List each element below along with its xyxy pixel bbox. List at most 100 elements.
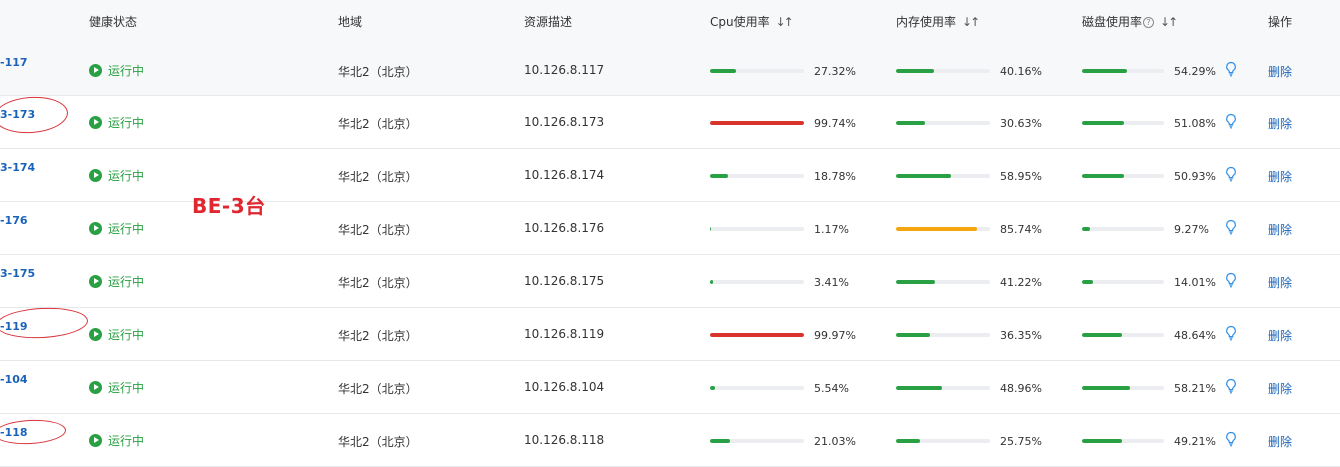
cpu-usage-bar bbox=[710, 439, 804, 443]
header-mem-label: 内存使用率 bbox=[896, 15, 957, 29]
disk-pct: 48.64% bbox=[1174, 329, 1216, 342]
running-icon bbox=[89, 434, 102, 447]
instance-id-link[interactable]: -176 bbox=[0, 214, 28, 227]
cpu-pct: 99.74% bbox=[814, 117, 856, 130]
running-icon bbox=[89, 169, 102, 182]
table-row: 3-175 运行中 华北2（北京） 10.126.8.175 3.41% 41.22% 14… bbox=[0, 255, 1340, 308]
disk-usage-fill bbox=[1082, 280, 1094, 284]
running-icon bbox=[89, 328, 102, 341]
instance-id-link[interactable]: -104 bbox=[0, 373, 28, 386]
running-icon bbox=[89, 381, 102, 394]
region-cell: 华北2（北京） bbox=[338, 65, 418, 79]
desc-cell: 10.126.8.175 bbox=[524, 274, 605, 288]
status-label: 运行中 bbox=[108, 116, 145, 130]
sort-icon[interactable]: ↓↑ bbox=[776, 15, 794, 29]
table-header: 健康状态 地域 资源描述 Cpu使用率 ↓↑ 内存使用率 ↓↑ 磁盘使用率? ↓↑ 操… bbox=[0, 0, 1340, 45]
table-body: -117 运行中 华北2（北京） 10.126.8.117 27.32% 40.16% 54… bbox=[0, 44, 1340, 467]
disk-usage-fill bbox=[1082, 439, 1123, 443]
mem-usage-bar bbox=[896, 69, 990, 73]
status-badge: 运行中 bbox=[89, 432, 144, 449]
mem-usage-fill bbox=[896, 69, 934, 73]
lightbulb-icon[interactable] bbox=[1224, 325, 1238, 341]
disk-usage-bar bbox=[1082, 280, 1164, 284]
disk-usage-bar bbox=[1082, 333, 1164, 337]
table-row: -117 运行中 华北2（北京） 10.126.8.117 27.32% 40.16% 54… bbox=[0, 44, 1340, 96]
desc-cell: 10.126.8.176 bbox=[524, 221, 605, 235]
desc-cell: 10.126.8.118 bbox=[524, 433, 605, 447]
delete-button[interactable]: 删除 bbox=[1268, 221, 1292, 238]
cpu-pct: 27.32% bbox=[814, 65, 856, 78]
mem-pct: 30.63% bbox=[1000, 117, 1042, 130]
delete-button[interactable]: 删除 bbox=[1268, 433, 1292, 450]
delete-button[interactable]: 删除 bbox=[1268, 63, 1292, 80]
status-badge: 运行中 bbox=[89, 326, 144, 343]
sort-icon[interactable]: ↓↑ bbox=[1160, 15, 1178, 29]
disk-usage-bar bbox=[1082, 227, 1164, 231]
cpu-pct: 21.03% bbox=[814, 435, 856, 448]
table-row: -118 运行中 华北2（北京） 10.126.8.118 21.03% 25.75% 49… bbox=[0, 414, 1340, 467]
status-label: 运行中 bbox=[108, 222, 145, 236]
status-badge: 运行中 bbox=[89, 62, 144, 79]
delete-button[interactable]: 删除 bbox=[1268, 274, 1292, 291]
instance-id-link[interactable]: 3-175 bbox=[0, 267, 35, 280]
mem-pct: 85.74% bbox=[1000, 223, 1042, 236]
running-icon bbox=[89, 275, 102, 288]
cpu-usage-fill bbox=[710, 121, 804, 125]
cpu-usage-fill bbox=[710, 333, 804, 337]
cpu-usage-bar bbox=[710, 333, 804, 337]
mem-usage-fill bbox=[896, 227, 977, 231]
status-badge: 运行中 bbox=[89, 167, 144, 184]
disk-usage-bar bbox=[1082, 439, 1164, 443]
mem-usage-fill bbox=[896, 280, 935, 284]
status-label: 运行中 bbox=[108, 64, 145, 78]
header-desc: 资源描述 bbox=[524, 15, 573, 29]
mem-usage-bar bbox=[896, 439, 990, 443]
running-icon bbox=[89, 222, 102, 235]
cpu-pct: 1.17% bbox=[814, 223, 849, 236]
status-label: 运行中 bbox=[108, 381, 145, 395]
mem-usage-fill bbox=[896, 174, 952, 178]
instance-id-link[interactable]: 3-174 bbox=[0, 161, 35, 174]
disk-pct: 54.29% bbox=[1174, 65, 1216, 78]
region-cell: 华北2（北京） bbox=[338, 117, 418, 131]
lightbulb-icon[interactable] bbox=[1224, 378, 1238, 394]
delete-button[interactable]: 删除 bbox=[1268, 168, 1292, 185]
help-icon[interactable]: ? bbox=[1143, 17, 1155, 28]
header-cpu[interactable]: Cpu使用率 ↓↑ bbox=[710, 0, 794, 44]
mem-pct: 40.16% bbox=[1000, 65, 1042, 78]
header-mem[interactable]: 内存使用率 ↓↑ bbox=[896, 0, 980, 44]
status-badge: 运行中 bbox=[89, 114, 144, 131]
desc-cell: 10.126.8.117 bbox=[524, 63, 605, 77]
disk-usage-bar bbox=[1082, 386, 1164, 390]
disk-usage-bar bbox=[1082, 174, 1164, 178]
instance-id-link[interactable]: -117 bbox=[0, 56, 28, 69]
disk-pct: 9.27% bbox=[1174, 223, 1209, 236]
lightbulb-icon[interactable] bbox=[1224, 113, 1238, 129]
lightbulb-icon[interactable] bbox=[1224, 272, 1238, 288]
table-row: -119 运行中 华北2（北京） 10.126.8.119 99.97% 36.35% 48… bbox=[0, 308, 1340, 361]
lightbulb-icon[interactable] bbox=[1224, 219, 1238, 235]
lightbulb-icon[interactable] bbox=[1224, 431, 1238, 447]
cpu-usage-fill bbox=[710, 439, 730, 443]
desc-cell: 10.126.8.119 bbox=[524, 327, 605, 341]
lightbulb-icon[interactable] bbox=[1224, 166, 1238, 182]
disk-pct: 49.21% bbox=[1174, 435, 1216, 448]
region-cell: 华北2（北京） bbox=[338, 170, 418, 184]
sort-icon[interactable]: ↓↑ bbox=[962, 15, 980, 29]
region-cell: 华北2（北京） bbox=[338, 382, 418, 396]
disk-usage-fill bbox=[1082, 386, 1130, 390]
cpu-pct: 18.78% bbox=[814, 170, 856, 183]
cpu-usage-fill bbox=[710, 386, 716, 390]
delete-button[interactable]: 删除 bbox=[1268, 327, 1292, 344]
mem-pct: 48.96% bbox=[1000, 382, 1042, 395]
delete-button[interactable]: 删除 bbox=[1268, 115, 1292, 132]
disk-pct: 58.21% bbox=[1174, 382, 1216, 395]
mem-pct: 25.75% bbox=[1000, 435, 1042, 448]
cpu-usage-bar bbox=[710, 174, 804, 178]
delete-button[interactable]: 删除 bbox=[1268, 380, 1292, 397]
lightbulb-icon[interactable] bbox=[1224, 61, 1238, 77]
region-cell: 华北2（北京） bbox=[338, 276, 418, 290]
header-disk[interactable]: 磁盘使用率? ↓↑ bbox=[1082, 0, 1178, 44]
status-label: 运行中 bbox=[108, 434, 145, 448]
region-cell: 华北2（北京） bbox=[338, 435, 418, 449]
